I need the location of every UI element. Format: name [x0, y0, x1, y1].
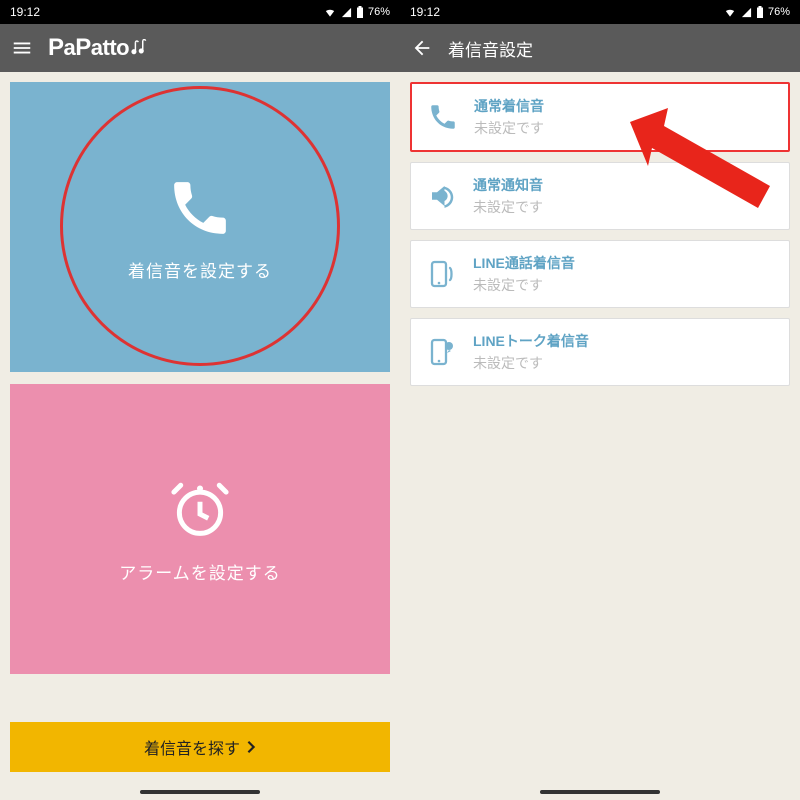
- status-bar: 19:12 76%: [400, 0, 800, 24]
- row-normal-ringtone[interactable]: 通常着信音 未設定です: [410, 82, 790, 152]
- phone-chat-icon: [425, 335, 459, 369]
- alarm-clock-icon: [165, 475, 235, 545]
- battery-icon: [356, 6, 364, 18]
- row-title: LINE通話着信音: [473, 253, 575, 273]
- app-bar-settings: 着信音設定: [400, 24, 800, 72]
- screen-settings: 19:12 76% 着信音設定 通常着信音 未設定です: [400, 0, 800, 800]
- row-normal-notification[interactable]: 通常通知音 未設定です: [410, 162, 790, 230]
- row-line-talk[interactable]: LINEトーク着信音 未設定です: [410, 318, 790, 386]
- row-title: 通常着信音: [474, 96, 544, 116]
- music-notes-icon: [131, 39, 153, 57]
- status-battery: 76%: [368, 6, 390, 18]
- card-alarm-label: アラームを設定する: [119, 559, 281, 584]
- status-time: 19:12: [10, 5, 40, 19]
- page-title: 着信音設定: [448, 36, 533, 61]
- status-icons: 76%: [723, 6, 790, 18]
- signal-icon: [341, 7, 352, 18]
- screen-home: 19:12 76% PaPatto 着信音を設定する: [0, 0, 400, 800]
- row-sub: 未設定です: [473, 197, 543, 217]
- wifi-icon: [723, 7, 737, 18]
- back-button[interactable]: [408, 34, 436, 62]
- wifi-icon: [323, 7, 337, 18]
- signal-icon: [741, 7, 752, 18]
- chevron-right-icon: [246, 740, 256, 754]
- nav-handle[interactable]: [540, 790, 660, 794]
- phone-icon: [426, 100, 460, 134]
- nav-handle[interactable]: [140, 790, 260, 794]
- search-button-label: 着信音を探す: [144, 735, 240, 759]
- status-icons: 76%: [323, 6, 390, 18]
- home-content: 着信音を設定する アラームを設定する: [0, 72, 400, 800]
- row-sub: 未設定です: [474, 118, 544, 138]
- battery-icon: [756, 6, 764, 18]
- row-sub: 未設定です: [473, 353, 589, 373]
- card-ringtone-label: 着信音を設定する: [128, 257, 272, 282]
- status-bar: 19:12 76%: [0, 0, 400, 24]
- row-line-call[interactable]: LINE通話着信音 未設定です: [410, 240, 790, 308]
- card-set-alarm[interactable]: アラームを設定する: [10, 384, 390, 674]
- app-logo: PaPatto: [48, 34, 153, 62]
- hamburger-icon: [11, 37, 33, 59]
- settings-list: 通常着信音 未設定です 通常通知音 未設定です LINE通話着信音 未設定です: [400, 72, 800, 396]
- menu-button[interactable]: [8, 34, 36, 62]
- phone-ring-icon: [425, 257, 459, 291]
- arrow-left-icon: [411, 37, 433, 59]
- row-title: LINEトーク着信音: [473, 331, 589, 351]
- bottom-bar: 着信音を探す: [0, 722, 400, 772]
- card-set-ringtone[interactable]: 着信音を設定する: [10, 82, 390, 372]
- row-title: 通常通知音: [473, 175, 543, 195]
- status-time: 19:12: [410, 5, 440, 19]
- status-battery: 76%: [768, 6, 790, 18]
- app-bar-home: PaPatto: [0, 24, 400, 72]
- search-ringtone-button[interactable]: 着信音を探す: [10, 722, 390, 772]
- row-sub: 未設定です: [473, 275, 575, 295]
- phone-icon: [165, 173, 235, 243]
- speaker-icon: [425, 179, 459, 213]
